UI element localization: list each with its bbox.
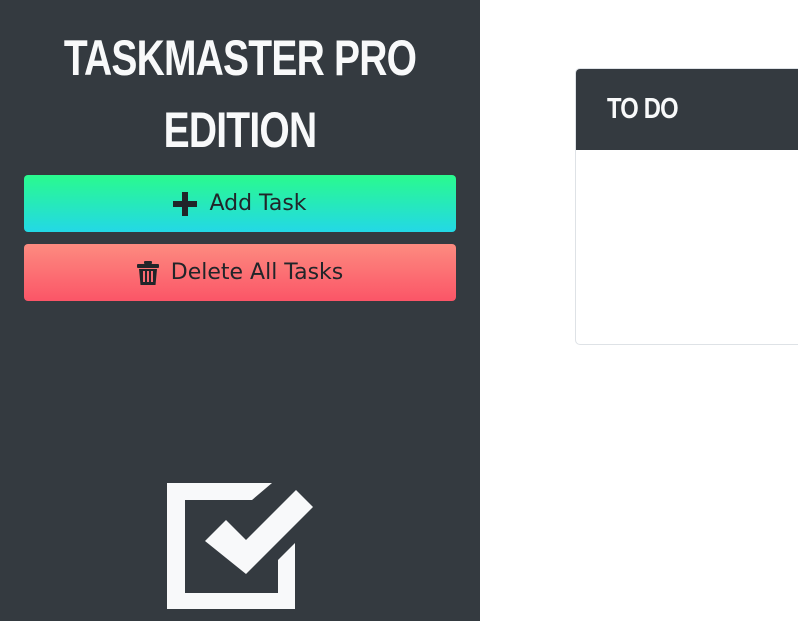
todo-column: TO DO [575,68,798,345]
delete-all-tasks-label: Delete All Tasks [170,260,344,285]
checkbox-checked-icon [166,482,314,610]
sidebar: TASKMASTER PRO EDITION Add Task Delete A… [0,0,480,621]
app-title: TASKMASTER PRO EDITION [53,22,427,166]
app-title-line-2: EDITION [163,102,318,158]
plus-icon [173,191,198,216]
trash-icon [136,260,159,285]
add-task-button[interactable]: Add Task [24,175,456,232]
todo-column-title: TO DO [607,93,679,125]
todo-column-header: TO DO [576,69,798,150]
delete-all-tasks-button[interactable]: Delete All Tasks [24,244,456,301]
app-title-line-1: TASKMASTER PRO [63,30,417,86]
add-task-label: Add Task [209,191,307,216]
